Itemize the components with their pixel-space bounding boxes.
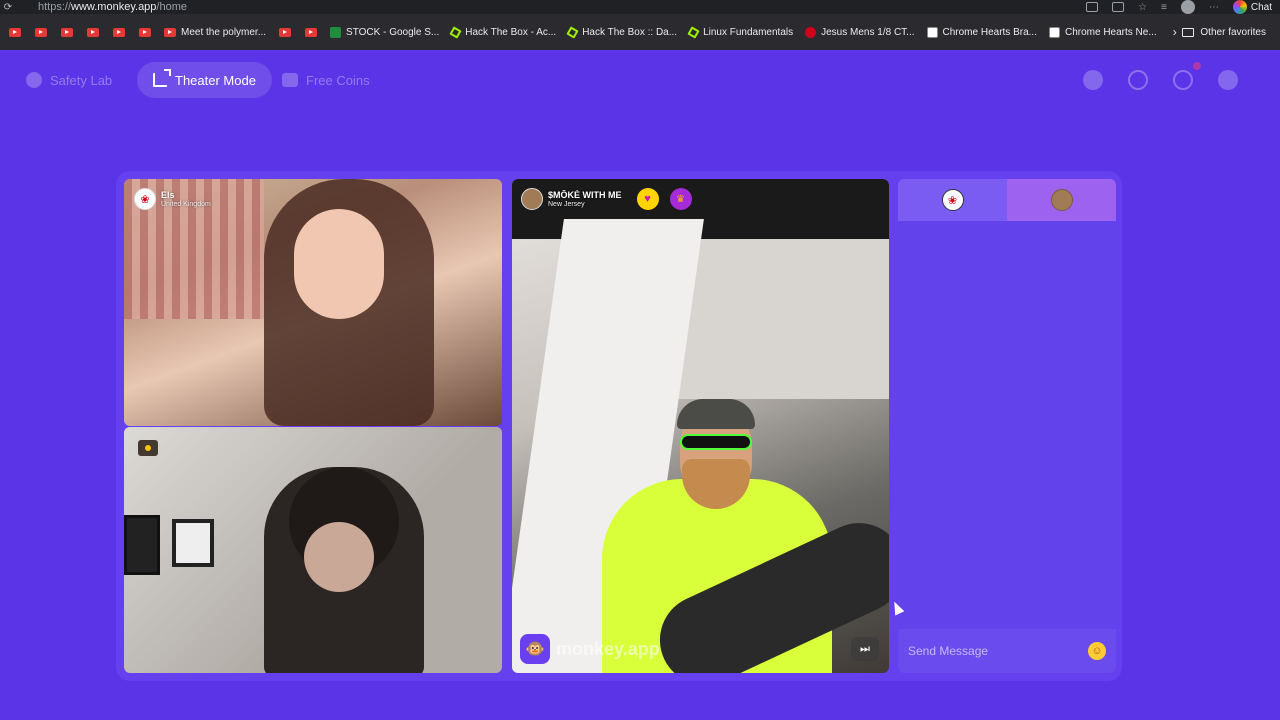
person-cap	[677, 399, 755, 429]
more-icon[interactable]: ⋯	[1209, 2, 1219, 13]
apps-icon[interactable]	[1112, 2, 1125, 12]
bookmark-item[interactable]: STOCK - Google S...	[330, 26, 440, 38]
folder-icon	[1182, 27, 1195, 37]
user-name: $MŌKĖ WITH ME	[548, 189, 622, 200]
chat-label: Chat	[1250, 1, 1272, 13]
hackthebox-icon	[687, 25, 700, 39]
sunglasses	[680, 434, 752, 450]
person-face	[294, 209, 384, 319]
bookmark-item[interactable]: Hack The Box - Ac...	[449, 25, 557, 39]
profile-avatar[interactable]	[1180, 0, 1195, 14]
jcpenney-icon	[805, 26, 817, 38]
chevron-right-icon[interactable]: ›	[1173, 25, 1177, 39]
video-tile-els	[124, 179, 502, 426]
bookmark-label: Linux Fundamentals	[703, 26, 794, 38]
history-icon[interactable]	[1128, 70, 1148, 90]
picture-frame	[124, 515, 160, 575]
video-tile-self	[124, 427, 502, 673]
chat-input-row: ☺	[898, 629, 1116, 673]
sheets-icon	[330, 26, 342, 38]
hello-kitty-avatar: ❀	[941, 189, 964, 211]
watermark-text: monkey.app	[556, 638, 660, 659]
youtube-icon[interactable]	[9, 27, 21, 37]
address-bar[interactable]: ⟳ https://www.monkey.app/home ☆ ≡ ⋯ Chat	[0, 0, 1280, 14]
user-name: Els	[161, 189, 175, 200]
youtube-icon[interactable]	[61, 27, 73, 37]
youtube-icon	[164, 27, 176, 37]
youtube-icon[interactable]	[305, 27, 318, 37]
copilot-icon	[1232, 0, 1247, 14]
bookmark-item[interactable]: Linux Fundamentals	[687, 25, 794, 39]
monkey-logo-icon: 🐵	[520, 634, 550, 664]
vip-badge-icon[interactable]: ♛	[669, 188, 692, 210]
user-location: New Jersey	[548, 200, 585, 208]
bookmark-label: Chrome Hearts Ne...	[1064, 26, 1157, 38]
other-favorites-label: Other favorites	[1200, 26, 1266, 38]
emoji-icon[interactable]: ☺	[1088, 642, 1106, 660]
messages-icon[interactable]	[1173, 70, 1193, 90]
chat-tabs: ❀	[898, 179, 1116, 221]
send-message-input[interactable]	[908, 644, 1088, 658]
free-coins-button[interactable]: Free Coins	[266, 62, 386, 98]
status-dot	[145, 445, 151, 451]
chrome-hearts-icon	[926, 26, 938, 38]
safety-lab-button[interactable]: Safety Lab	[10, 62, 128, 98]
bookmark-label: Jesus Mens 1/8 CT...	[821, 26, 915, 38]
user-avatar	[521, 188, 543, 210]
picture-frame	[172, 519, 214, 567]
favorites-icon[interactable]: ≡	[1161, 2, 1167, 13]
video-tile-smoke	[512, 179, 889, 673]
user-badge-smoke[interactable]: $MŌKĖ WITH ME New Jersey ♥ ♛	[521, 188, 692, 210]
youtube-icon[interactable]	[87, 27, 99, 37]
chat-tab-smoke[interactable]	[1007, 179, 1116, 221]
gift-icon	[282, 73, 298, 87]
bookmark-item[interactable]: Hack The Box :: Da...	[566, 25, 678, 39]
hackthebox-icon	[449, 25, 462, 39]
free-coins-label: Free Coins	[306, 72, 370, 88]
bookmark-label: Chrome Hearts Bra...	[942, 26, 1037, 38]
reload-icon[interactable]: ⟳	[0, 2, 16, 13]
chat-tab-els[interactable]: ❀	[898, 179, 1007, 221]
hackthebox-icon	[566, 25, 579, 39]
copilot-chat-button[interactable]: Chat	[1232, 0, 1272, 14]
youtube-icon[interactable]	[113, 27, 125, 37]
bookmark-label: Hack The Box - Ac...	[465, 26, 557, 38]
bookmark-item[interactable]: Meet the polymer...	[164, 27, 266, 38]
youtube-icon[interactable]	[139, 27, 151, 37]
bookmark-label: Meet the polymer...	[181, 26, 267, 38]
url-text[interactable]: https://www.monkey.app/home	[38, 1, 187, 13]
shield-icon	[26, 72, 42, 88]
star-icon[interactable]: ☆	[1138, 2, 1147, 13]
heart-icon[interactable]: ♥	[636, 188, 659, 210]
bookmarks-bar: Meet the polymer... STOCK - Google S... …	[0, 14, 1280, 50]
other-favorites[interactable]: Other favorites	[1182, 14, 1266, 50]
bookmark-item[interactable]: Chrome Hearts Bra...	[926, 26, 1037, 38]
skip-icon: ⏭	[860, 642, 870, 655]
bookmark-item[interactable]: Jesus Mens 1/8 CT...	[805, 26, 915, 38]
user-location: United Kingdom	[161, 200, 211, 208]
notification-dot	[1193, 62, 1201, 70]
youtube-icon[interactable]	[35, 27, 47, 37]
monkey-watermark: 🐵 monkey.app	[520, 634, 660, 664]
coin-balance-icon[interactable]	[1083, 70, 1103, 90]
bookmark-label: Hack The Box :: Da...	[582, 26, 678, 38]
expand-icon	[153, 69, 171, 87]
user-badge-els[interactable]: ❀ Els United Kingdom	[134, 188, 211, 210]
user-avatar	[1050, 189, 1073, 211]
chrome-hearts-icon	[1048, 26, 1060, 38]
bookmark-item[interactable]: Chrome Hearts Ne...	[1048, 26, 1157, 38]
skip-button[interactable]: ⏭	[851, 637, 879, 661]
profile-avatar-icon[interactable]	[1218, 70, 1238, 90]
safety-lab-label: Safety Lab	[50, 72, 113, 88]
person-face	[304, 522, 374, 592]
camera-icon[interactable]	[1086, 2, 1099, 12]
hello-kitty-avatar: ❀	[134, 188, 156, 210]
camera-status-badge	[138, 440, 158, 456]
theater-mode-button[interactable]: Theater Mode	[137, 62, 272, 98]
theater-mode-label: Theater Mode	[175, 72, 256, 88]
chat-panel: ❀ ☺	[898, 179, 1116, 673]
youtube-icon[interactable]	[279, 27, 292, 37]
browser-actions: ☆ ≡ ⋯ Chat	[1086, 0, 1272, 14]
bookmark-label: STOCK - Google S...	[346, 26, 440, 38]
